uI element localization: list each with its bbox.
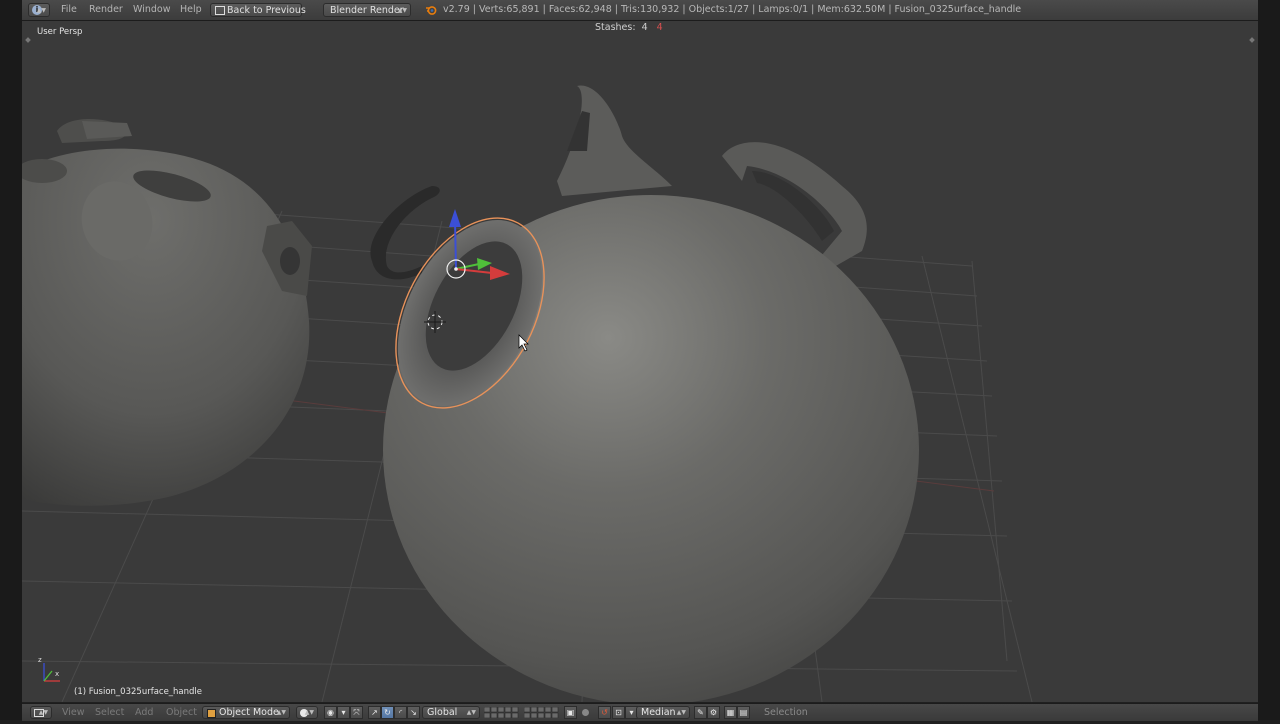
object-mode-icon [207,709,216,718]
menu-window[interactable]: Window [133,0,170,20]
menu-select[interactable]: Select [95,704,124,721]
render-icon[interactable]: ▦ [724,706,737,719]
menu-help[interactable]: Help [180,0,202,20]
rotate-manipulator-icon[interactable]: ↻ [381,706,394,719]
orientation-label: Global [427,707,458,718]
pivot-point-dropdown-icon[interactable]: ▾ [337,706,350,719]
menu-render[interactable]: Render [89,0,123,20]
menu-file[interactable]: File [61,0,77,20]
3d-view-header: ▲▼ View Select Add Object Object Mode ▲▼… [22,703,1258,721]
status-text: Selection [764,707,808,718]
pivot-median-select[interactable]: Median ▲▼ [636,706,690,719]
editor-type-button[interactable]: i ▲▼ [28,3,50,17]
editor-type-button[interactable]: ▲▼ [30,706,52,719]
updown-icon: ▲▼ [276,709,286,716]
updown-icon: ▲▼ [676,709,686,716]
pivot-label: Median [641,707,676,718]
render-anim-icon[interactable]: ▤ [737,706,750,719]
layer-lock-icon[interactable]: ▣ [564,706,577,719]
blender-logo-icon [425,4,437,16]
main-sphere-object [370,85,919,702]
updown-icon: ▲▼ [36,7,46,14]
render-engine-select[interactable]: Blender Render ▲▼ [323,3,411,17]
view-label: User Persp [37,27,83,37]
scale-manipulator-icon[interactable]: ◜ [394,706,407,719]
left-object [22,119,312,506]
svg-text:z: z [38,656,42,664]
active-object-label: (1) Fusion_0325urface_handle [74,687,203,697]
render-engine-label: Blender Render [330,5,404,16]
updown-icon: ▲▼ [38,709,48,716]
updown-icon: ▲▼ [397,7,407,14]
screen-icon [215,6,225,15]
info-header: i ▲▼ File Render Window Help Back to Pre… [22,0,1258,21]
updown-icon: ▲▼ [304,709,314,716]
back-to-previous-label: Back to Previous [227,5,306,16]
right-gutter [1258,0,1280,720]
stashes-indicator: Stashes: 4 4 [595,22,663,33]
axis-indicator: x z [38,656,60,682]
manipulator-toggle-icon[interactable]: ⤧ [350,706,363,719]
snap-magnet-icon[interactable]: ↺ [598,706,611,719]
back-to-previous-button[interactable]: Back to Previous [210,3,306,17]
stashes-label: Stashes: [595,22,636,33]
mode-select[interactable]: Object Mode ▲▼ [202,706,290,719]
layer-grid-icon-2[interactable] [523,706,560,719]
scene-stats: v2.79 | Verts:65,891 | Faces:62,948 | Tr… [443,4,1022,15]
layer-grid-icon[interactable] [483,706,520,719]
left-gutter [0,0,22,720]
stashes-count: 4 [641,22,648,33]
manipulator-icon[interactable]: ↘ [407,706,420,719]
stashes-count-red: 4 [656,22,663,33]
scene-canvas: x z [22,85,1033,702]
viewport-shading-select[interactable]: ▲▼ [296,706,318,719]
snap-element-icon[interactable]: ⊡ [612,706,625,719]
snap-target-icon[interactable]: ✎ [694,706,707,719]
z-axis-arrow [449,209,461,227]
menu-add[interactable]: Add [135,704,153,721]
menu-object[interactable]: Object [166,704,197,721]
svg-text:x: x [55,670,59,678]
menu-view[interactable]: View [62,704,85,721]
mode-label: Object Mode [219,707,279,718]
proportional-edit-icon[interactable] [582,709,589,716]
translate-manipulator-icon[interactable]: ↗ [368,706,381,719]
3d-viewport[interactable]: x z User Persp Stashes: 4 4 (1) Fusion_0… [22,21,1258,702]
snap-options-icon[interactable]: ⚙ [707,706,720,719]
pivot-point-icon[interactable]: ◉ [324,706,337,719]
updown-icon: ▲▼ [466,709,476,716]
transform-orientation-select[interactable]: Global ▲▼ [422,706,480,719]
